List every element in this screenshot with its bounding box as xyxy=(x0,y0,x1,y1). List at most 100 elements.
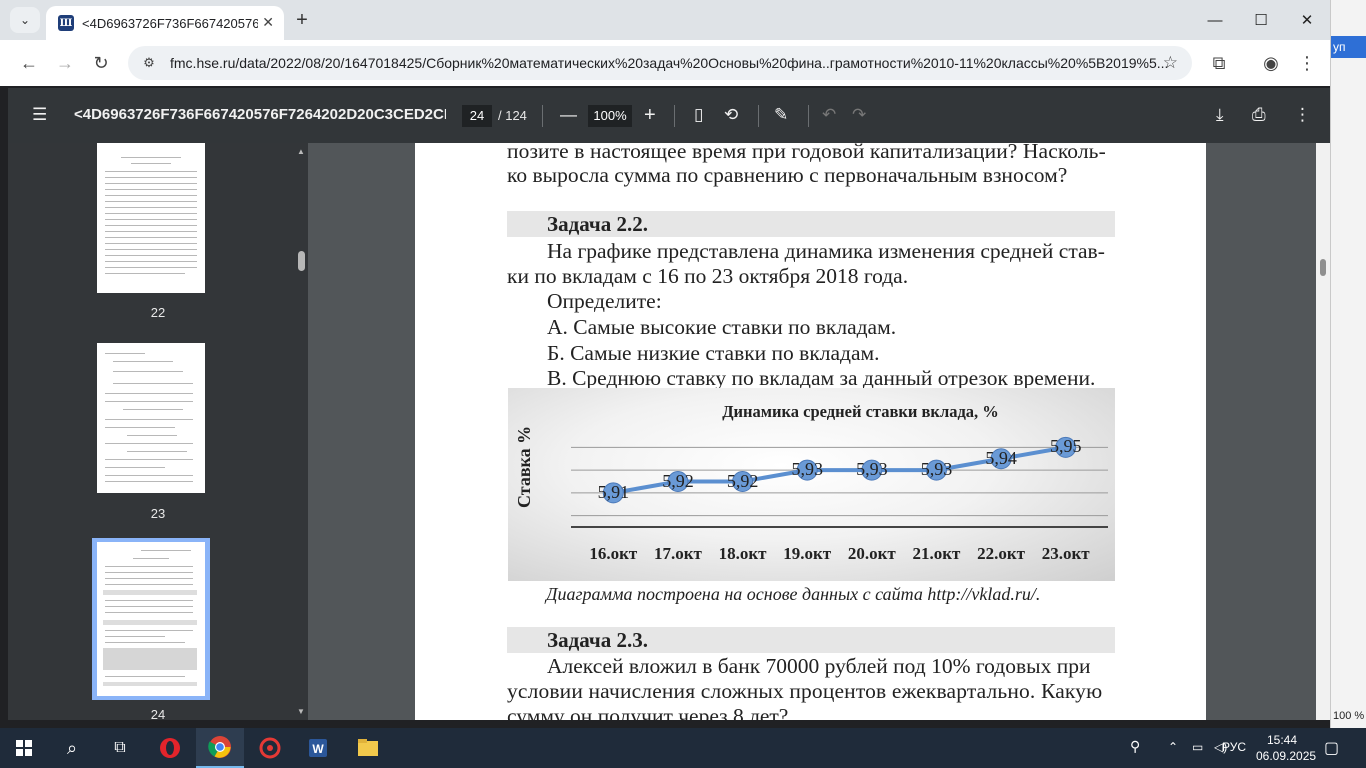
sidebar-scroll-thumb[interactable] xyxy=(298,251,305,271)
page-text-line: ки по вкладам с 16 по 23 октября 2018 го… xyxy=(507,264,909,288)
annotate-icon[interactable]: ✎ xyxy=(774,104,788,126)
tab-search-chevron-icon[interactable]: ⌄ xyxy=(10,7,40,33)
toolbar-divider xyxy=(542,105,543,127)
chrome-icon[interactable] xyxy=(196,728,244,768)
chart-data-label: 5,93 xyxy=(791,459,823,480)
chart-x-tick-label: 18.окт xyxy=(718,544,767,563)
chart-data-label: 5,93 xyxy=(856,459,888,480)
tab-close-icon[interactable]: ✕ xyxy=(262,14,274,31)
pdf-toolbar: ☰ <4D6963726F736F667420576F7264202D20C3C… xyxy=(8,88,1330,143)
chart-data-label: 5,92 xyxy=(726,470,759,491)
hse-favicon-icon: Ш xyxy=(58,15,74,31)
task-heading-bar: Задача 2.3. xyxy=(507,627,1115,653)
page-text-line: Определите: xyxy=(547,289,662,313)
thumbnail-label: 22 xyxy=(150,305,166,320)
back-arrow-icon[interactable]: ← xyxy=(14,48,44,78)
print-icon[interactable]: ⎙ xyxy=(1252,104,1266,126)
page-text-line: сумму он получит через 8 лет? xyxy=(507,704,789,720)
notification-icon[interactable]: ▢ xyxy=(1324,738,1339,758)
zoom-input[interactable]: 100% xyxy=(588,105,632,127)
chrome-menu-icon[interactable]: ⋮ xyxy=(1292,48,1322,78)
site-info-icon[interactable]: ⚙ xyxy=(140,55,158,71)
search-icon[interactable]: ⌕ xyxy=(48,728,96,768)
chart-x-tick-label: 21.окт xyxy=(912,544,961,563)
sidebar-scrollbar[interactable]: ▲ ▼ xyxy=(295,143,308,720)
address-bar[interactable]: ⚙ fmc.hse.ru/data/2022/08/20/1647018425/… xyxy=(128,46,1192,80)
background-window-strip: уп 100 % xyxy=(1330,0,1366,728)
window-close-icon[interactable]: ✕ xyxy=(1284,0,1330,40)
pdf-viewer[interactable]: позите в настоящее время при годовой кап… xyxy=(308,143,1330,720)
thumbnail-label: 24 xyxy=(150,707,166,720)
task-title: Задача 2.3. xyxy=(547,628,648,652)
tray-lang[interactable]: РУС xyxy=(1222,740,1246,754)
rotate-icon[interactable]: ⟲ xyxy=(724,104,738,126)
minimize-icon[interactable]: — xyxy=(1192,0,1238,40)
sidebar-menu-icon[interactable]: ☰ xyxy=(32,104,47,126)
more-options-icon[interactable]: ⋮ xyxy=(1294,104,1311,126)
viewer-scrollbar[interactable] xyxy=(1316,143,1330,720)
page-number-input[interactable]: 24 xyxy=(462,105,492,127)
maximize-icon[interactable]: ☐ xyxy=(1238,0,1284,40)
chart-x-tick-label: 23.окт xyxy=(1041,544,1090,563)
forward-arrow-icon[interactable]: → xyxy=(50,48,80,78)
tray-chevron-icon[interactable]: ⌃ xyxy=(1168,740,1178,754)
chart-x-tick-label: 19.окт xyxy=(783,544,832,563)
chart-data-label: 5,91 xyxy=(597,481,630,502)
chart-caption: Диаграмма построена на основе данных с с… xyxy=(546,584,1041,604)
page-text-line: Б. Самые низкие ставки по вкладам. xyxy=(547,341,880,365)
toolbar-divider xyxy=(808,105,809,127)
task-heading-bar: Задача 2.2. xyxy=(507,211,1115,237)
url-text[interactable]: fmc.hse.ru/data/2022/08/20/1647018425/Сб… xyxy=(170,55,1170,71)
background-window-zoom: 100 % xyxy=(1333,710,1365,722)
redo-icon[interactable]: ↷ xyxy=(852,104,866,126)
viewer-scroll-thumb[interactable] xyxy=(1320,259,1326,276)
opera-icon[interactable] xyxy=(146,728,194,768)
reload-icon[interactable]: ↻ xyxy=(86,48,116,78)
pdf-page: позите в настоящее время при годовой кап… xyxy=(415,143,1206,720)
download-icon[interactable]: ⤓ xyxy=(1216,104,1224,126)
scroll-up-icon[interactable]: ▲ xyxy=(297,147,305,156)
undo-icon[interactable]: ↶ xyxy=(822,104,836,126)
word-icon[interactable]: W xyxy=(294,728,342,768)
chart-x-tick-label: 20.окт xyxy=(847,544,896,563)
page-text-line: А. Самые высокие ставки по вкладам. xyxy=(547,315,897,339)
toolbar-divider xyxy=(674,105,675,127)
svg-text:W: W xyxy=(312,742,324,756)
new-tab-plus-icon[interactable]: + xyxy=(288,6,316,34)
pdf-title: <4D6963726F736F667420576F7264202D20C3CED… xyxy=(74,106,446,123)
thumbnail-label: 23 xyxy=(150,506,166,521)
page-thumbnail-22[interactable] xyxy=(97,143,205,293)
page-total: / 124 xyxy=(498,108,527,123)
taskbar-clock[interactable]: 15:44 06.09.2025 xyxy=(1256,732,1317,764)
chart-data-label: 5,93 xyxy=(920,459,953,480)
profile-icon[interactable]: ◉ xyxy=(1256,48,1286,78)
page-thumbnail-24[interactable] xyxy=(97,542,205,696)
battery-icon[interactable]: ▭ xyxy=(1192,740,1203,754)
background-window-label: уп xyxy=(1331,36,1366,58)
windows-start-icon[interactable] xyxy=(0,728,48,768)
rate-chart: Динамика средней ставки вклада, % Ставка… xyxy=(508,388,1115,581)
chart-data-label: 5,95 xyxy=(1049,436,1082,457)
zoom-in-icon[interactable]: + xyxy=(644,104,656,126)
page-text-line: Алексей вложил в банк 70000 рублей под 1… xyxy=(547,654,1091,678)
chart-x-tick-label: 16.окт xyxy=(589,544,638,563)
page-text-line: условии начисления сложных процентов еже… xyxy=(507,679,1103,703)
browser-titlebar: ⌄ Ш <4D6963726F736F667420576F7264202D20C… xyxy=(0,0,1366,40)
browser-navbar: ← → ↻ ⚙ fmc.hse.ru/data/2022/08/20/16470… xyxy=(0,40,1330,86)
page-thumbnail-23[interactable] xyxy=(97,343,205,493)
fit-page-icon[interactable]: ▯ xyxy=(694,104,703,126)
clock-date: 06.09.2025 xyxy=(1256,749,1317,763)
browser-tab[interactable]: Ш <4D6963726F736F667420576F7264202D20C3C… xyxy=(46,6,284,40)
task-view-icon[interactable]: ⧉ xyxy=(96,728,144,768)
zoom-out-icon[interactable]: — xyxy=(560,104,577,126)
antivirus-icon[interactable] xyxy=(246,728,294,768)
tab-title: <4D6963726F736F667420576F7264202D20C3CED… xyxy=(82,15,258,31)
chart-data-label: 5,94 xyxy=(985,447,1017,468)
bookmark-star-icon[interactable]: ☆ xyxy=(1163,53,1178,73)
file-explorer-icon[interactable] xyxy=(344,728,392,768)
windows-taskbar: ⌕ ⧉ W ⚲ ⌃ ▭ ◁) РУС 15:44 06.09.2025 ▢ xyxy=(0,728,1366,768)
people-icon[interactable]: ⚲ xyxy=(1130,738,1140,755)
task-title: Задача 2.2. xyxy=(547,212,648,236)
extensions-icon[interactable]: ⧉ xyxy=(1204,48,1234,78)
scroll-down-icon[interactable]: ▼ xyxy=(297,707,305,716)
